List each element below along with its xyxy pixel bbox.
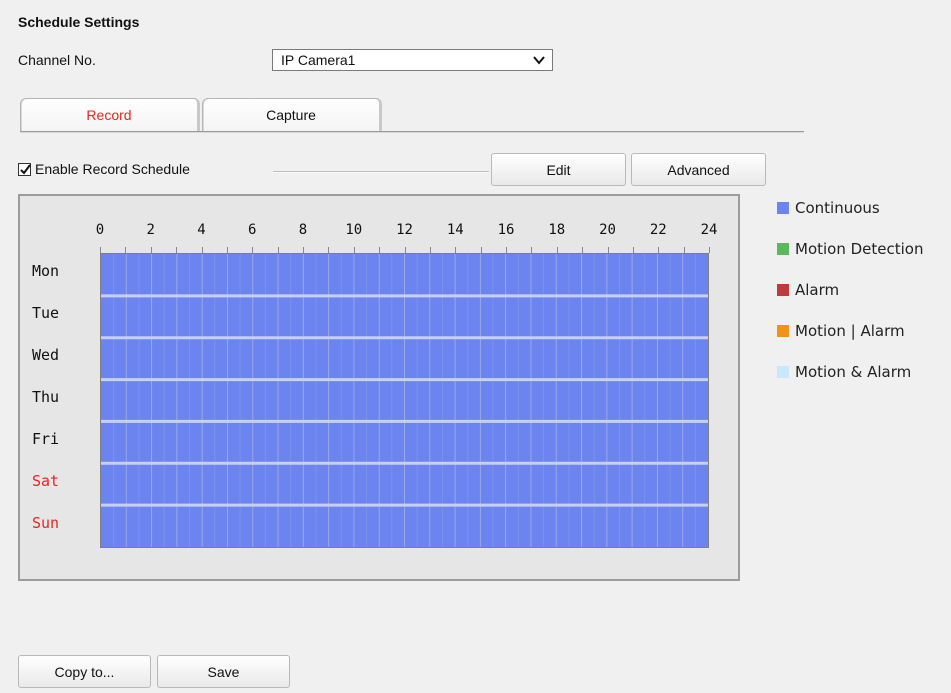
hour-label: 20 xyxy=(599,222,616,238)
page-title: Schedule Settings xyxy=(18,14,140,30)
advanced-button[interactable]: Advanced xyxy=(631,153,766,186)
legend-item: Alarm xyxy=(777,281,839,299)
legend-item: Motion Detection xyxy=(777,240,924,258)
legend-swatch xyxy=(777,202,789,214)
enable-record-schedule: Enable Record Schedule xyxy=(18,161,190,177)
channel-label: Channel No. xyxy=(18,52,96,68)
tab-capture-label: Capture xyxy=(266,107,316,123)
legend-label: Motion Detection xyxy=(795,240,924,258)
hour-label: 8 xyxy=(298,222,308,238)
tab-record-label: Record xyxy=(86,107,132,123)
day-label: Thu xyxy=(32,388,60,406)
hour-label: 22 xyxy=(649,222,667,238)
day-label: Tue xyxy=(32,304,60,322)
legend-label: Motion | Alarm xyxy=(795,322,905,340)
tab-divider xyxy=(20,131,804,133)
hour-label: 16 xyxy=(497,222,515,238)
legend-item: Continuous xyxy=(777,199,880,217)
legend-swatch xyxy=(777,284,789,296)
day-label: Wed xyxy=(32,346,60,364)
hour-tick xyxy=(709,247,710,253)
hour-label: 10 xyxy=(345,222,363,238)
tab-record[interactable]: Record xyxy=(20,98,200,131)
hour-label: 24 xyxy=(700,222,718,238)
hour-label: 18 xyxy=(548,222,566,238)
channel-select[interactable]: IP Camera1 xyxy=(272,49,553,71)
legend-label: Motion & Alarm xyxy=(795,363,912,381)
legend-swatch xyxy=(777,243,789,255)
hour-label: 14 xyxy=(446,222,464,238)
hour-label: 12 xyxy=(396,222,413,238)
day-label: Mon xyxy=(32,262,60,280)
legend-item: Motion & Alarm xyxy=(777,363,911,381)
legend-swatch xyxy=(777,325,789,337)
save-button[interactable]: Save xyxy=(157,655,290,688)
day-label: Fri xyxy=(32,430,60,448)
edit-button[interactable]: Edit xyxy=(491,153,626,186)
enable-record-schedule-checkbox[interactable] xyxy=(18,162,31,176)
schedule-grid-lines xyxy=(101,254,708,547)
chevron-down-icon xyxy=(532,53,546,70)
channel-select-value: IP Camera1 xyxy=(281,52,356,68)
legend-label: Continuous xyxy=(795,199,880,217)
legend-swatch xyxy=(777,366,789,378)
hour-label: 4 xyxy=(197,222,206,238)
enable-record-schedule-label: Enable Record Schedule xyxy=(35,161,190,177)
legend-label: Alarm xyxy=(795,281,840,299)
copy-to-button[interactable]: Copy to... xyxy=(18,655,151,688)
legend-item: Motion | Alarm xyxy=(777,322,905,340)
day-label: Sat xyxy=(32,472,60,490)
tab-capture[interactable]: Capture xyxy=(202,98,382,131)
schedule-grid[interactable] xyxy=(100,253,709,548)
day-label: Sun xyxy=(32,514,60,532)
hour-label: 6 xyxy=(248,222,257,238)
hour-label: 0 xyxy=(95,222,105,238)
separator xyxy=(273,171,489,173)
hour-label: 2 xyxy=(146,222,155,238)
